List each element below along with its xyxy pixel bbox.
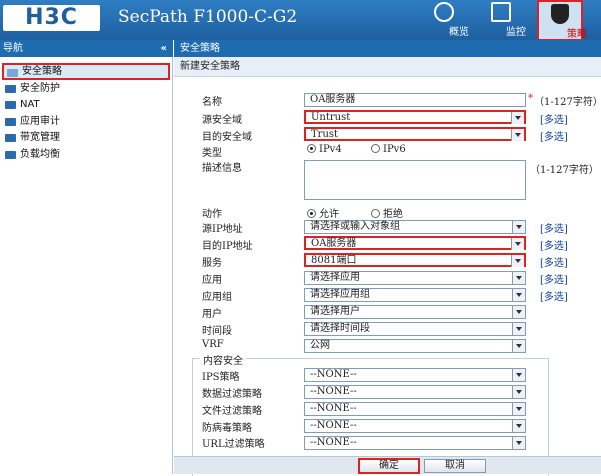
vrf-label: VRF <box>202 339 224 350</box>
content-security-legend: 内容安全 <box>200 352 246 367</box>
desc-label: 描述信息 <box>202 163 242 174</box>
app-label: 应用 <box>202 275 222 286</box>
dst-zone-label: 目的安全域 <box>202 132 252 143</box>
folder-icon <box>5 151 16 159</box>
dst-ip-multi-link[interactable]: [多选] <box>540 237 568 252</box>
appgroup-label: 应用组 <box>202 292 232 303</box>
sidebar-item-load-balance[interactable]: 负载均衡 <box>2 147 170 163</box>
folder-icon <box>5 85 16 93</box>
folder-icon <box>5 134 16 142</box>
app-select[interactable]: 请选择应用 <box>304 271 526 285</box>
src-zone-label: 源安全域 <box>202 115 242 126</box>
form-footer: 确定 取消 <box>174 456 601 474</box>
sidebar-title: 导航 <box>3 43 23 54</box>
chevron-down-icon[interactable] <box>512 323 525 335</box>
action-label: 动作 <box>202 209 222 220</box>
chevron-down-icon[interactable] <box>512 221 525 233</box>
appgroup-multi-link[interactable]: [多选] <box>540 288 568 303</box>
sidebar-item-app-audit[interactable]: 应用审计 <box>2 114 170 130</box>
dst-zone-select[interactable]: Trust <box>304 127 526 141</box>
src-ip-select[interactable]: 请选择或输入对象组 <box>304 220 526 234</box>
description-textarea[interactable] <box>304 160 526 200</box>
chevron-down-icon[interactable] <box>511 238 524 250</box>
av-select[interactable]: --NONE-- <box>304 419 526 433</box>
name-label: 名称 <box>202 97 222 108</box>
page-title: 安全策略 <box>174 40 601 57</box>
chevron-down-icon[interactable] <box>511 255 524 267</box>
file-filter-select[interactable]: --NONE-- <box>304 402 526 416</box>
dlp-label: 数据过滤策略 <box>202 389 262 400</box>
service-label: 服务 <box>202 258 222 269</box>
h3c-logo: H3C <box>3 5 100 31</box>
user-select[interactable]: 请选择用户 <box>304 305 526 319</box>
av-label: 防病毒策略 <box>202 423 252 434</box>
confirm-button[interactable]: 确定 <box>358 458 420 474</box>
user-label: 用户 <box>202 309 222 320</box>
chevron-down-icon[interactable] <box>512 420 525 432</box>
folder-icon <box>5 101 16 109</box>
service-select[interactable]: 8081端口 <box>304 253 526 267</box>
name-hint: （1-127字符） <box>534 97 601 108</box>
file-filter-label: 文件过滤策略 <box>202 406 262 417</box>
src-zone-select[interactable]: Untrust <box>304 110 526 124</box>
chevron-down-icon[interactable] <box>512 403 525 415</box>
dst-ip-select[interactable]: OA服务器 <box>304 236 526 250</box>
action-permit-radio[interactable]: 允许 <box>307 205 339 220</box>
nav-overview[interactable]: 概览 <box>421 0 469 40</box>
folder-icon <box>7 69 18 77</box>
name-input[interactable]: OA服务器 <box>304 93 526 107</box>
sidebar-item-nat[interactable]: NAT <box>2 97 170 113</box>
sidebar-item-security-protection[interactable]: 安全防护 <box>2 81 170 97</box>
monitor-icon <box>491 2 511 22</box>
desc-hint: （1-127字符） <box>530 165 599 176</box>
chevron-down-icon[interactable] <box>512 386 525 398</box>
chevron-down-icon[interactable] <box>512 272 525 284</box>
required-mark: * <box>528 93 533 104</box>
chevron-down-icon[interactable] <box>512 437 525 449</box>
vrf-select[interactable]: 公网 <box>304 339 526 353</box>
nav-policy[interactable]: 策略 <box>537 0 587 41</box>
dlp-select[interactable]: --NONE-- <box>304 385 526 399</box>
product-name: SecPath F1000-C-G2 <box>118 7 298 27</box>
sidebar-header: 导航 « <box>0 40 173 57</box>
collapse-icon[interactable]: « <box>161 40 167 57</box>
type-ipv6-radio[interactable]: IPv6 <box>371 144 406 155</box>
chevron-down-icon[interactable] <box>512 289 525 301</box>
type-ipv4-radio[interactable]: IPv4 <box>307 144 342 155</box>
nav-monitor[interactable]: 监控 <box>478 0 526 40</box>
gauge-icon <box>434 2 454 22</box>
top-header: H3C SecPath F1000-C-G2 概览 监控 策略 <box>0 0 601 41</box>
cancel-button[interactable]: 取消 <box>424 459 486 473</box>
appgroup-select[interactable]: 请选择应用组 <box>304 288 526 302</box>
policy-form: 名称 OA服务器 * （1-127字符） 源安全域 Untrust [多选] 目… <box>174 77 601 476</box>
url-filter-select[interactable]: --NONE-- <box>304 436 526 450</box>
ips-select[interactable]: --NONE-- <box>304 368 526 382</box>
url-filter-label: URL过滤策略 <box>202 439 265 450</box>
app-multi-link[interactable]: [多选] <box>540 271 568 286</box>
chevron-down-icon[interactable] <box>512 306 525 318</box>
chevron-down-icon[interactable] <box>512 340 525 352</box>
chevron-down-icon[interactable] <box>511 129 524 141</box>
service-multi-link[interactable]: [多选] <box>540 254 568 269</box>
src-ip-label: 源IP地址 <box>202 224 243 235</box>
time-select[interactable]: 请选择时间段 <box>304 322 526 336</box>
chevron-down-icon[interactable] <box>511 112 524 124</box>
time-label: 时间段 <box>202 326 232 337</box>
chevron-down-icon[interactable] <box>512 369 525 381</box>
dst-zone-multi-link[interactable]: [多选] <box>540 128 568 143</box>
dst-ip-label: 目的IP地址 <box>202 241 253 252</box>
sidebar-item-security-policy[interactable]: 安全策略 <box>2 63 170 80</box>
src-zone-multi-link[interactable]: [多选] <box>540 111 568 126</box>
form-title: 新建安全策略 <box>174 57 601 77</box>
sidebar: 安全策略 安全防护 NAT 应用审计 带宽管理 负载均衡 <box>0 57 173 474</box>
folder-icon <box>5 118 16 126</box>
src-ip-multi-link[interactable]: [多选] <box>540 220 568 235</box>
type-label: 类型 <box>202 148 222 159</box>
ips-label: IPS策略 <box>202 372 240 383</box>
sidebar-item-bandwidth[interactable]: 带宽管理 <box>2 130 170 146</box>
shield-icon <box>551 4 569 24</box>
action-deny-radio[interactable]: 拒绝 <box>371 205 403 220</box>
